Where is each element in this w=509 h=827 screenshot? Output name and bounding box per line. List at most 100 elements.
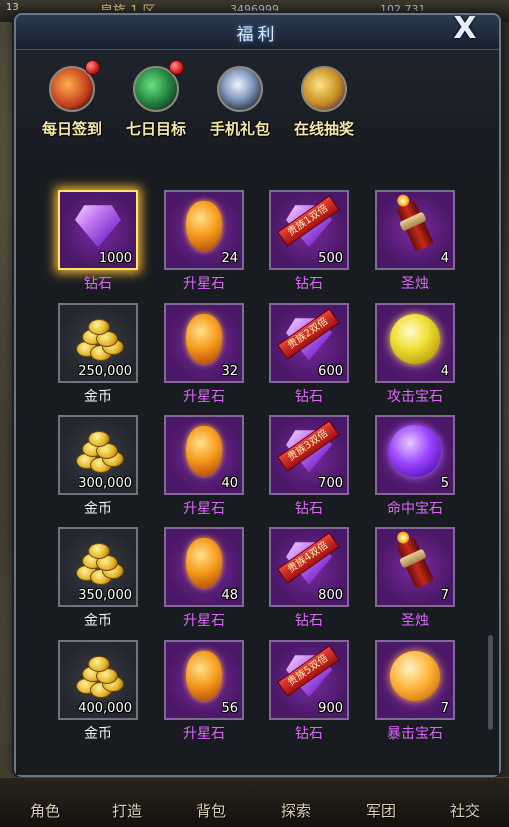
- item-quantity: 7: [440, 701, 449, 716]
- tab-daily-signin[interactable]: 每日签到: [32, 60, 112, 156]
- welfare-tabs: 每日签到 七日目标 手机礼包 在线抽奖: [16, 50, 499, 164]
- item-quantity: 300,000: [78, 476, 132, 491]
- item-quantity: 500: [318, 251, 343, 266]
- item-quantity: 350,000: [78, 588, 132, 603]
- reward-cell: 贵族1双倍 500 钻石: [269, 190, 349, 292]
- item-name: 钻石: [295, 613, 323, 629]
- notification-badge: [169, 60, 184, 75]
- accuracy-gem-icon: [389, 425, 441, 478]
- holy-candle-icon: [395, 537, 435, 590]
- dialog-title-bar: 福利: [16, 15, 499, 50]
- item-quantity: 1000: [98, 251, 132, 266]
- reward-slot[interactable]: 250,000: [58, 303, 138, 383]
- nav-legion[interactable]: 军团: [346, 800, 416, 821]
- reward-slot[interactable]: 7: [375, 640, 455, 720]
- item-name: 圣烛: [401, 276, 429, 292]
- item-quantity: 700: [318, 476, 343, 491]
- nav-bag[interactable]: 背包: [176, 800, 246, 821]
- holy-candle-icon: [395, 200, 435, 253]
- player-level: 13: [6, 2, 19, 13]
- reward-slot[interactable]: 5: [375, 415, 455, 495]
- reward-slot[interactable]: 4: [375, 303, 455, 383]
- reward-cell: 7 圣烛: [375, 527, 455, 629]
- item-quantity: 400,000: [78, 701, 132, 716]
- reward-slot[interactable]: 24: [164, 190, 244, 270]
- reward-cell: 贵族4双倍 800 钻石: [269, 527, 349, 629]
- item-name: 升星石: [183, 276, 225, 292]
- item-name: 金币: [84, 726, 112, 742]
- item-name: 金币: [84, 501, 112, 517]
- item-name: 金币: [84, 389, 112, 405]
- star-stone-icon: [186, 201, 222, 252]
- reward-slot[interactable]: 350,000: [58, 527, 138, 607]
- reward-cell: 48 升星石: [164, 527, 244, 629]
- dialog-title: 福利: [236, 25, 279, 45]
- item-quantity: 900: [318, 701, 343, 716]
- item-name: 升星石: [183, 726, 225, 742]
- reward-slot[interactable]: 贵族4双倍 800: [269, 527, 349, 607]
- reward-slot[interactable]: 贵族2双倍 600: [269, 303, 349, 383]
- item-name: 圣烛: [401, 613, 429, 629]
- item-quantity: 250,000: [78, 364, 132, 379]
- item-quantity: 5: [440, 476, 449, 491]
- reward-slot[interactable]: 贵族1双倍 500: [269, 190, 349, 270]
- close-button[interactable]: X: [435, 9, 495, 49]
- reward-cell: 5 命中宝石: [375, 415, 455, 517]
- item-name: 暴击宝石: [387, 726, 443, 742]
- reward-slot[interactable]: 7: [375, 527, 455, 607]
- reward-slot[interactable]: 300,000: [58, 415, 138, 495]
- star-stone-icon: [186, 314, 222, 365]
- reward-slot[interactable]: 400,000: [58, 640, 138, 720]
- diamond-icon: [75, 205, 121, 248]
- star-stone-icon: [186, 538, 222, 589]
- phone-icon: [217, 66, 263, 112]
- reward-slot[interactable]: 56: [164, 640, 244, 720]
- item-name: 钻石: [295, 501, 323, 517]
- nav-character[interactable]: 角色: [10, 800, 80, 821]
- item-name: 命中宝石: [387, 501, 443, 517]
- nav-social[interactable]: 社交: [430, 800, 500, 821]
- reward-cell: 250,000 金币: [58, 303, 138, 405]
- gold-coins-icon: [72, 319, 124, 362]
- scrollbar[interactable]: [488, 635, 493, 730]
- reward-slot[interactable]: 1000: [58, 190, 138, 270]
- tab-seven-day-goal[interactable]: 七日目标: [116, 60, 196, 156]
- nav-forge[interactable]: 打造: [92, 800, 162, 821]
- item-name: 升星石: [183, 501, 225, 517]
- item-quantity: 32: [221, 364, 238, 379]
- item-name: 钻石: [295, 276, 323, 292]
- reward-slot[interactable]: 贵族5双倍 900: [269, 640, 349, 720]
- notification-badge: [85, 60, 100, 75]
- reward-cell: 56 升星石: [164, 640, 244, 742]
- star-stone-icon: [186, 426, 222, 477]
- item-quantity: 48: [221, 588, 238, 603]
- reward-cell: 4 攻击宝石: [375, 303, 455, 405]
- reward-slot[interactable]: 4: [375, 190, 455, 270]
- item-name: 金币: [84, 613, 112, 629]
- reward-cell: 贵族3双倍 700 钻石: [269, 415, 349, 517]
- welfare-dialog: 福利 X 每日签到 七日目标 手机礼包 在线抽奖 1000 钻石 24 升星石 贵族1双…: [14, 11, 501, 777]
- gold-coins-icon: [72, 656, 124, 699]
- reward-grid: 1000 钻石 24 升星石 贵族1双倍 500 钻石 4 圣烛 250,000 金币 32 升星石 贵族…: [16, 165, 499, 775]
- reward-slot[interactable]: 40: [164, 415, 244, 495]
- reward-slot[interactable]: 48: [164, 527, 244, 607]
- item-quantity: 600: [318, 364, 343, 379]
- item-quantity: 56: [221, 701, 238, 716]
- attack-gem-icon: [390, 314, 440, 365]
- tab-online-lottery[interactable]: 在线抽奖: [284, 66, 364, 156]
- item-quantity: 4: [440, 251, 449, 266]
- nav-explore[interactable]: 探索: [261, 800, 331, 821]
- reward-cell: 400,000 金币: [58, 640, 138, 742]
- reward-cell: 贵族2双倍 600 钻石: [269, 303, 349, 405]
- item-quantity: 40: [221, 476, 238, 491]
- item-quantity: 24: [221, 251, 238, 266]
- crit-gem-icon: [390, 651, 440, 702]
- reward-slot[interactable]: 贵族3双倍 700: [269, 415, 349, 495]
- gold-coins-icon: [72, 431, 124, 474]
- reward-cell: 贵族5双倍 900 钻石: [269, 640, 349, 742]
- reward-cell: 350,000 金币: [58, 527, 138, 629]
- item-name: 钻石: [295, 726, 323, 742]
- tab-phone-gift[interactable]: 手机礼包: [200, 66, 280, 156]
- reward-slot[interactable]: 32: [164, 303, 244, 383]
- reward-cell: 32 升星石: [164, 303, 244, 405]
